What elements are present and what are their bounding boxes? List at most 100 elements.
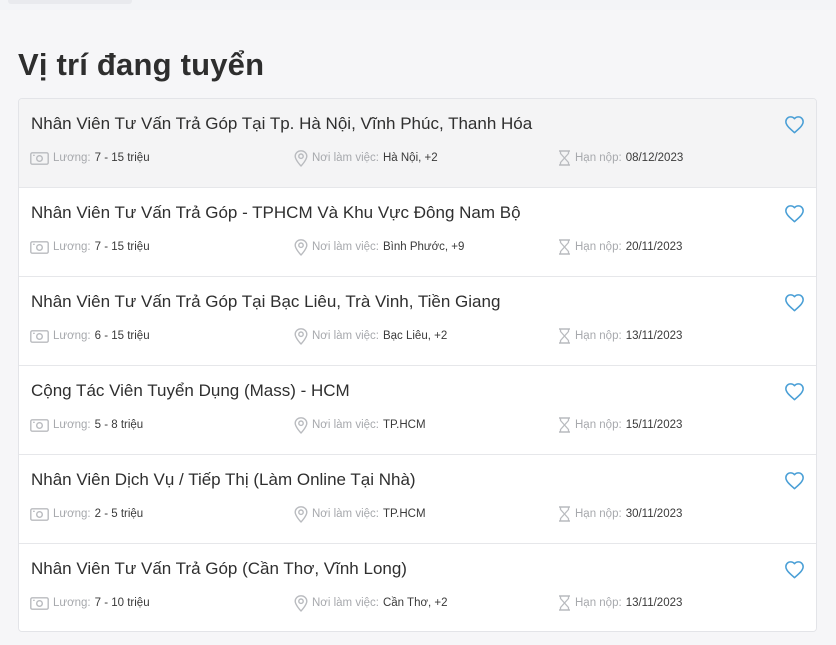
salary-info: Lương: 7 - 10 triệu (30, 594, 150, 612)
map-pin-icon (294, 327, 308, 345)
location-info: Nơi làm việc: Hà Nội, +2 (294, 149, 438, 167)
hourglass-icon (558, 150, 571, 166)
salary-value: 2 - 5 triệu (94, 508, 144, 520)
map-pin-icon (294, 594, 308, 612)
favorite-button[interactable] (783, 381, 805, 401)
location-info: Nơi làm việc: Bình Phước, +9 (294, 238, 464, 256)
location-info: Nơi làm việc: Bạc Liêu, +2 (294, 327, 447, 345)
tab-indicator (8, 0, 132, 4)
heart-icon (784, 471, 804, 489)
job-title[interactable]: Nhân Viên Dịch Vụ / Tiếp Thị (Làm Online… (31, 469, 416, 491)
deadline-info: Hạn nộp: 13/11/2023 (558, 594, 682, 612)
salary-value: 7 - 10 triệu (94, 597, 150, 609)
location-info: Nơi làm việc: TP.HCM (294, 505, 426, 523)
job-item[interactable]: Nhân Viên Tư Vấn Trả Góp - TPHCM Và Khu … (19, 188, 816, 277)
deadline-info: Hạn nộp: 13/11/2023 (558, 327, 682, 345)
map-pin-icon (294, 416, 308, 434)
heart-icon (784, 560, 804, 578)
job-title[interactable]: Nhân Viên Tư Vấn Trả Góp (Cần Thơ, Vĩnh … (31, 558, 407, 580)
deadline-label: Hạn nộp: (575, 152, 622, 164)
deadline-value: 08/12/2023 (625, 152, 684, 164)
job-item[interactable]: Nhân Viên Tư Vấn Trả Góp (Cần Thơ, Vĩnh … (19, 544, 816, 631)
salary-label: Lương: (53, 419, 91, 431)
deadline-label: Hạn nộp: (575, 330, 622, 342)
top-tabs-strip (0, 0, 836, 10)
map-pin-icon (294, 505, 308, 523)
money-icon (30, 329, 49, 343)
deadline-value: 20/11/2023 (625, 241, 683, 253)
location-label: Nơi làm việc: (312, 241, 379, 253)
deadline-value: 15/11/2023 (625, 419, 683, 431)
job-item[interactable]: Nhân Viên Tư Vấn Trả Góp Tại Bạc Liêu, T… (19, 277, 816, 366)
job-item[interactable]: Cộng Tác Viên Tuyển Dụng (Mass) - HCM Lư… (19, 366, 816, 455)
salary-info: Lương: 7 - 15 triệu (30, 238, 150, 256)
money-icon (30, 507, 49, 521)
salary-label: Lương: (53, 330, 91, 342)
location-value: Bình Phước, +9 (382, 241, 465, 253)
location-value: Cần Thơ, +2 (382, 597, 448, 609)
favorite-button[interactable] (783, 114, 805, 134)
salary-label: Lương: (53, 508, 91, 520)
heart-icon (784, 115, 804, 133)
salary-info: Lương: 5 - 8 triệu (30, 416, 143, 434)
job-item[interactable]: Nhân Viên Dịch Vụ / Tiếp Thị (Làm Online… (19, 455, 816, 544)
money-icon (30, 151, 49, 165)
location-label: Nơi làm việc: (312, 597, 379, 609)
salary-info: Lương: 6 - 15 triệu (30, 327, 150, 345)
deadline-info: Hạn nộp: 30/11/2023 (558, 505, 682, 523)
location-label: Nơi làm việc: (312, 419, 379, 431)
salary-label: Lương: (53, 241, 91, 253)
map-pin-icon (294, 238, 308, 256)
job-title[interactable]: Cộng Tác Viên Tuyển Dụng (Mass) - HCM (31, 380, 350, 402)
salary-info: Lương: 7 - 15 triệu (30, 149, 150, 167)
money-icon (30, 418, 49, 432)
deadline-info: Hạn nộp: 08/12/2023 (558, 149, 683, 167)
favorite-button[interactable] (783, 559, 805, 579)
location-value: TP.HCM (382, 419, 426, 431)
heart-icon (784, 293, 804, 311)
section-title: Vị trí đang tuyển (18, 47, 265, 82)
location-label: Nơi làm việc: (312, 152, 379, 164)
salary-value: 7 - 15 triệu (94, 241, 150, 253)
location-value: Bạc Liêu, +2 (382, 330, 448, 342)
deadline-info: Hạn nộp: 20/11/2023 (558, 238, 682, 256)
deadline-label: Hạn nộp: (575, 419, 622, 431)
salary-value: 5 - 8 triệu (94, 419, 144, 431)
open-positions-section: Vị trí đang tuyển Nhân Viên Tư Vấn Trả G… (0, 10, 836, 645)
job-title[interactable]: Nhân Viên Tư Vấn Trả Góp Tại Tp. Hà Nội,… (31, 113, 532, 135)
hourglass-icon (558, 595, 571, 611)
heart-icon (784, 382, 804, 400)
hourglass-icon (558, 239, 571, 255)
money-icon (30, 596, 49, 610)
salary-value: 6 - 15 triệu (94, 330, 150, 342)
deadline-label: Hạn nộp: (575, 241, 622, 253)
location-label: Nơi làm việc: (312, 330, 379, 342)
hourglass-icon (558, 506, 571, 522)
location-info: Nơi làm việc: TP.HCM (294, 416, 426, 434)
favorite-button[interactable] (783, 292, 805, 312)
deadline-value: 13/11/2023 (625, 597, 683, 609)
favorite-button[interactable] (783, 203, 805, 223)
hourglass-icon (558, 417, 571, 433)
location-info: Nơi làm việc: Cần Thơ, +2 (294, 594, 448, 612)
map-pin-icon (294, 149, 308, 167)
deadline-label: Hạn nộp: (575, 597, 622, 609)
hourglass-icon (558, 328, 571, 344)
deadline-value: 30/11/2023 (625, 508, 683, 520)
deadline-info: Hạn nộp: 15/11/2023 (558, 416, 682, 434)
deadline-label: Hạn nộp: (575, 508, 622, 520)
deadline-value: 13/11/2023 (625, 330, 683, 342)
salary-info: Lương: 2 - 5 triệu (30, 505, 143, 523)
salary-label: Lương: (53, 152, 91, 164)
job-item[interactable]: Nhân Viên Tư Vấn Trả Góp Tại Tp. Hà Nội,… (19, 99, 816, 188)
heart-icon (784, 204, 804, 222)
location-label: Nơi làm việc: (312, 508, 379, 520)
job-title[interactable]: Nhân Viên Tư Vấn Trả Góp - TPHCM Và Khu … (31, 202, 521, 224)
job-list: Nhân Viên Tư Vấn Trả Góp Tại Tp. Hà Nội,… (18, 98, 817, 632)
location-value: TP.HCM (382, 508, 426, 520)
job-title[interactable]: Nhân Viên Tư Vấn Trả Góp Tại Bạc Liêu, T… (31, 291, 500, 313)
salary-label: Lương: (53, 597, 91, 609)
money-icon (30, 240, 49, 254)
salary-value: 7 - 15 triệu (94, 152, 150, 164)
favorite-button[interactable] (783, 470, 805, 490)
